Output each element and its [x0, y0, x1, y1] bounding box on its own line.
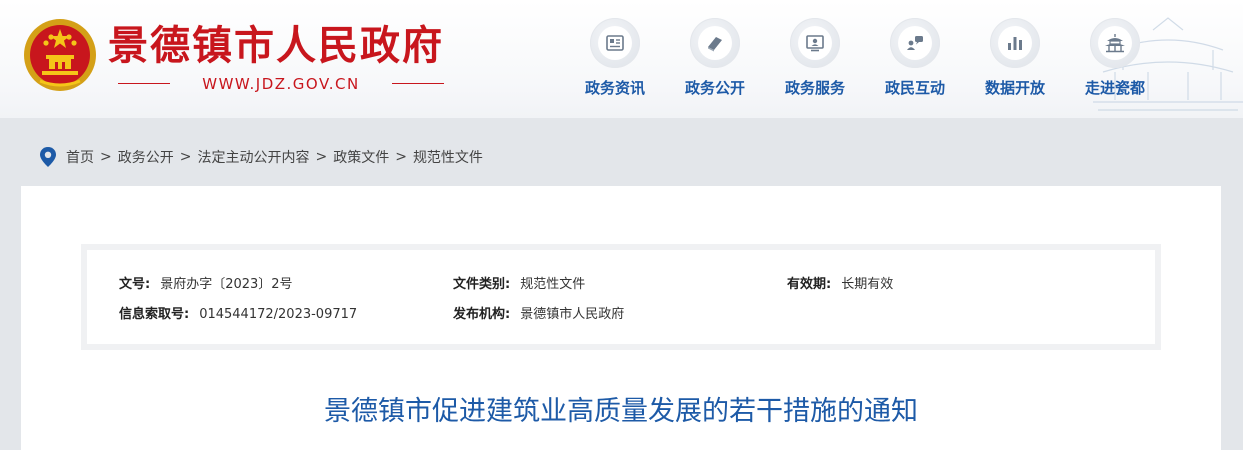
breadcrumb: 首页 > 政务公开 > 法定主动公开内容 > 政策文件 > 规范性文件	[38, 146, 483, 168]
breadcrumb-separator: >	[395, 149, 407, 165]
news-icon	[606, 35, 624, 51]
nav-label: 政务服务	[784, 79, 845, 97]
nav-item-news[interactable]: 政务资讯	[565, 18, 665, 98]
meta-value: 景德镇市人民政府	[520, 307, 625, 322]
bar-chart-icon	[1008, 37, 1022, 50]
breadcrumb-policy[interactable]: 政策文件	[333, 147, 389, 167]
nav-label: 数据开放	[984, 79, 1045, 97]
meta-label: 有效期:	[787, 277, 832, 292]
document-title: 景德镇市促进建筑业高质量发展的若干措施的通知	[324, 396, 918, 427]
meta-index-number: 信息索取号: 014544172/2023-09717	[119, 303, 357, 322]
nav-item-about[interactable]: 走进瓷都	[1065, 18, 1165, 98]
nav-item-interaction[interactable]: 政民互动	[865, 18, 965, 98]
nav-item-data[interactable]: 数据开放	[965, 18, 1065, 98]
nav-label: 走进瓷都	[1084, 79, 1145, 97]
url-divider-right	[392, 83, 444, 84]
meta-label: 文号:	[119, 277, 151, 292]
location-pin-icon	[40, 147, 56, 167]
meta-doc-category: 文件类别: 规范性文件	[453, 273, 585, 292]
meta-value: 景府办字〔2023〕2号	[160, 277, 293, 292]
url-divider-left	[118, 83, 170, 84]
meta-label: 信息索取号:	[119, 307, 190, 322]
article-container: 文号: 景府办字〔2023〕2号 文件类别: 规范性文件 有效期: 长期有效 信息索取…	[21, 186, 1221, 450]
nav-label: 政民互动	[884, 79, 945, 97]
service-icon	[806, 35, 824, 52]
nav-label: 政务公开	[684, 79, 745, 97]
site-header: 景德镇市人民政府 WWW.JDZ.GOV.CN 政务资讯 政务公开 政务服务 政…	[0, 0, 1243, 118]
site-url: WWW.JDZ.GOV.CN	[118, 74, 444, 94]
breadcrumb-separator: >	[100, 149, 112, 165]
breadcrumb-home[interactable]: 首页	[66, 147, 94, 167]
breadcrumb-public[interactable]: 政务公开	[118, 147, 174, 167]
site-title[interactable]: 景德镇市人民政府	[108, 22, 444, 70]
breadcrumb-separator: >	[179, 149, 192, 165]
meta-value: 规范性文件	[520, 277, 586, 292]
meta-label: 文件类别:	[453, 277, 511, 292]
meta-label: 发布机构:	[453, 307, 511, 322]
breadcrumb-statutory[interactable]: 法定主动公开内容	[197, 147, 309, 167]
nav-item-public[interactable]: 政务公开	[665, 18, 765, 98]
nav-label: 政务资讯	[584, 79, 645, 97]
nav-item-service[interactable]: 政务服务	[765, 18, 865, 98]
meta-validity: 有效期: 长期有效	[787, 273, 893, 292]
pavilion-icon	[1105, 34, 1125, 53]
meta-value: 长期有效	[841, 277, 894, 292]
national-emblem-icon	[24, 19, 96, 91]
breadcrumb-normative[interactable]: 规范性文件	[413, 147, 483, 167]
site-url-text[interactable]: WWW.JDZ.GOV.CN	[178, 74, 384, 94]
breadcrumb-separator: >	[315, 149, 328, 165]
meta-doc-number: 文号: 景府办字〔2023〕2号	[119, 273, 293, 292]
meta-value: 014544172/2023-09717	[199, 307, 358, 322]
book-icon	[708, 37, 722, 52]
document-meta-box: 文号: 景府办字〔2023〕2号 文件类别: 规范性文件 有效期: 长期有效 信息索取…	[81, 244, 1161, 350]
meta-issuer: 发布机构: 景德镇市人民政府	[453, 303, 624, 322]
chat-icon	[907, 36, 923, 50]
